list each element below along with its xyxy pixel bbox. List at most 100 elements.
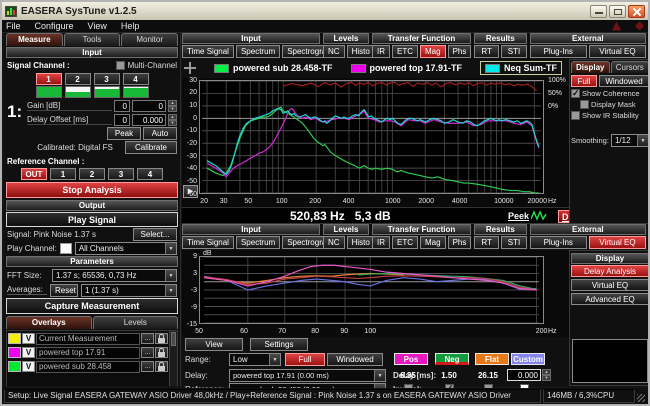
signal-channel-3[interactable]: 3 (93, 73, 120, 85)
tab-cursors[interactable]: Cursors (610, 61, 648, 73)
eq-custom-button[interactable]: Custom (511, 353, 545, 365)
legend-item[interactable]: powered sub 28.458-TF (214, 63, 333, 73)
signal-channel-4[interactable]: 4 (122, 73, 149, 85)
reference-channel-2[interactable]: 2 (79, 168, 105, 180)
range-windowed-button[interactable]: Windowed (327, 353, 383, 366)
tf-chart-plot[interactable] (199, 80, 544, 194)
overlay-visible-toggle[interactable]: V (22, 361, 35, 372)
show-ir-stability-checkbox[interactable] (571, 111, 580, 120)
overlay-color-swatch[interactable] (8, 347, 21, 358)
custom-delay-spinner[interactable]: ▲ ▼ (542, 369, 551, 381)
tab-sti[interactable]: STI (501, 45, 527, 58)
view-button[interactable]: View (185, 338, 243, 351)
display-mask-checkbox[interactable] (580, 100, 589, 109)
overlay-color-swatch[interactable] (8, 333, 21, 344)
show-coherence-checkbox[interactable] (571, 88, 580, 99)
stop-analysis-button[interactable]: Stop Analysis (6, 182, 178, 198)
minimize-button[interactable] (590, 4, 607, 18)
tab-nc[interactable]: NC (323, 45, 345, 58)
delay-link-field[interactable]: 0 (114, 113, 130, 126)
capture-measurement-button[interactable]: Capture Measurement (6, 298, 178, 314)
tab-ir[interactable]: IR (372, 45, 390, 58)
overlay-more-button[interactable]: ... (141, 361, 154, 372)
overlay-more-button[interactable]: ... (141, 347, 154, 358)
tab-virtual-eq[interactable]: Virtual EQ (588, 236, 646, 249)
eq-flat-button[interactable]: Flat (475, 353, 509, 365)
eq-chart-plot[interactable] (199, 256, 544, 324)
tab-mag[interactable]: Mag (420, 45, 446, 58)
auto-button[interactable]: Auto (143, 127, 177, 140)
eq-pos-button[interactable]: Pos (394, 353, 428, 365)
custom-delay-input[interactable]: 0.000 (507, 369, 541, 381)
tab-rt[interactable]: RT (474, 236, 500, 249)
overlay-color-swatch[interactable] (8, 361, 21, 372)
peek-tool[interactable]: Peek (508, 210, 547, 221)
gain-spinner[interactable]: ▲ ▼ (168, 99, 177, 112)
range-full-button[interactable]: Full (285, 353, 325, 366)
tab-time-signal[interactable]: Time Signal (182, 236, 234, 249)
signal-channel-1[interactable]: 1 (35, 73, 62, 85)
full-range-button[interactable]: Full (571, 75, 597, 87)
tab-tools[interactable]: Tools (63, 33, 121, 46)
averages-dropdown[interactable]: 1 (1.37 s) (81, 283, 177, 297)
tab-phs[interactable]: Phs (447, 236, 472, 249)
delay-source-dropdown[interactable]: powered top 17.91 (0.00 ms) (229, 369, 386, 382)
lock-icon[interactable] (155, 361, 168, 372)
calibrate-button[interactable]: Calibrate (125, 141, 177, 154)
tab-etc[interactable]: ETC (392, 45, 418, 58)
virtual-eq-button[interactable]: Virtual EQ (571, 279, 648, 291)
tab-phs[interactable]: Phs (447, 45, 472, 58)
tab-ir[interactable]: IR (372, 236, 390, 249)
menu-view[interactable]: View (88, 21, 107, 31)
smoothing-dropdown[interactable]: 1/12 (610, 134, 648, 147)
close-button[interactable] (628, 4, 645, 18)
legend-item[interactable]: Neq Sum-TF (480, 61, 563, 75)
menu-help[interactable]: Help (121, 21, 140, 31)
tab-nc[interactable]: NC (323, 236, 345, 249)
advanced-eq-button[interactable]: Advanced EQ (571, 293, 648, 305)
legend-item[interactable]: powered top 17.91-TF (350, 63, 462, 73)
lock-icon[interactable] (155, 333, 168, 344)
tab-etc[interactable]: ETC (392, 236, 418, 249)
menu-file[interactable]: File (6, 21, 21, 31)
gain-link-field[interactable]: 0 (114, 99, 130, 112)
maximize-button[interactable] (609, 4, 626, 18)
multi-channel-checkbox[interactable] (115, 61, 125, 70)
reference-channel-1[interactable]: 1 (50, 168, 76, 180)
tab-virtual-eq[interactable]: Virtual EQ (588, 45, 646, 58)
tab-time-signal[interactable]: Time Signal (182, 45, 234, 58)
select-signal-button[interactable]: Select... (133, 228, 177, 241)
tab-monitor[interactable]: Monitor (121, 33, 179, 46)
reset-averages-button[interactable]: Reset (50, 283, 78, 297)
play-channel-dropdown[interactable]: All Channels (74, 242, 177, 255)
peak-button[interactable]: Peak (107, 127, 141, 140)
tab-histo[interactable]: Histo (346, 45, 375, 58)
tab-plug-ins[interactable]: Plug-Ins (529, 45, 587, 58)
tab-mag[interactable]: Mag (420, 236, 446, 249)
overlay-more-button[interactable]: ... (141, 333, 154, 344)
overlay-visible-toggle[interactable]: V (22, 333, 35, 344)
gain-input[interactable]: 0 (132, 99, 166, 112)
tab-measure[interactable]: Measure (6, 33, 63, 46)
tab-plug-ins[interactable]: Plug-Ins (529, 236, 587, 249)
fft-size-dropdown[interactable]: 1.37 s; 65536, 0,73 Hz (52, 268, 177, 282)
tab-spectrum[interactable]: Spectrum (235, 236, 281, 249)
eq-neg-button[interactable]: Neg (435, 353, 469, 365)
play-signal-button[interactable]: Play Signal (6, 212, 178, 227)
reference-channel-3[interactable]: 3 (108, 168, 134, 180)
lock-icon[interactable] (155, 347, 168, 358)
windowed-range-button[interactable]: Windowed (599, 75, 648, 87)
tab-sti[interactable]: STI (501, 236, 527, 249)
reference-channel-4[interactable]: 4 (137, 168, 163, 180)
tab-rt[interactable]: RT (474, 45, 500, 58)
delay-analysis-button[interactable]: Delay Analysis (571, 265, 648, 277)
tab-histo[interactable]: Histo (346, 236, 375, 249)
overlay-scrollbar[interactable] (169, 331, 177, 386)
resize-grip[interactable] (637, 389, 646, 403)
tab-spectrum[interactable]: Spectrum (235, 45, 281, 58)
move-crosshair-icon[interactable] (184, 62, 196, 74)
delay-offset-spinner[interactable]: ▲ ▼ (168, 113, 177, 126)
reference-channel-out[interactable]: OUT (21, 168, 47, 180)
tab-display[interactable]: Display (571, 61, 610, 73)
range-dropdown[interactable]: Low (229, 353, 281, 366)
